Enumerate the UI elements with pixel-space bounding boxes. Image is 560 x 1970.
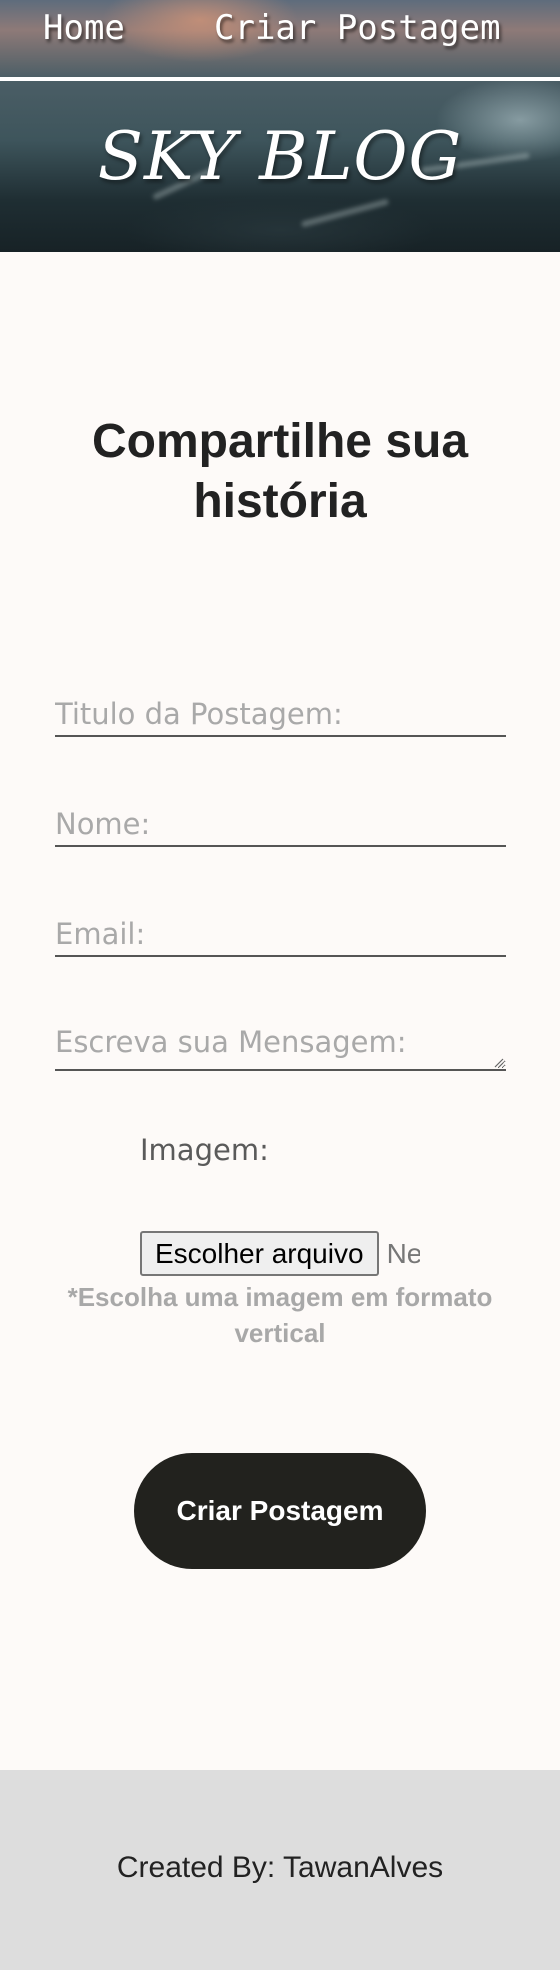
choose-file-button[interactable]: Escolher arquivo: [140, 1231, 379, 1276]
nav-divider: [0, 77, 560, 81]
create-post-button[interactable]: Criar Postagem: [134, 1453, 426, 1569]
nav-home-link[interactable]: Home: [43, 8, 125, 48]
image-format-hint: *Escolha uma imagem em formato vertical: [67, 1282, 493, 1348]
header-background-streak: [300, 198, 390, 228]
file-status-text: Nenhum arquivo escolhido: [386, 1238, 420, 1269]
name-input[interactable]: [55, 807, 506, 847]
blog-logo: SKY BLOG: [97, 118, 463, 195]
file-picker: Escolher arquivoNenhum arquivo escolhido: [140, 1231, 420, 1276]
site-footer: Created By: TawanAlves: [0, 1770, 560, 1970]
nav-create-post-link[interactable]: Criar Postagem: [214, 8, 501, 48]
email-input[interactable]: [55, 917, 506, 957]
top-navigation: Home Criar Postagem: [0, 0, 560, 62]
message-textarea[interactable]: [55, 1023, 506, 1071]
page-title: Compartilhe sua história: [91, 415, 469, 528]
footer-credit: Created By: TawanAlves: [116, 1851, 444, 1884]
image-label: Imagem:: [140, 1133, 269, 1167]
post-title-input[interactable]: [55, 697, 506, 737]
site-header: Home Criar Postagem SKY BLOG: [0, 0, 560, 252]
